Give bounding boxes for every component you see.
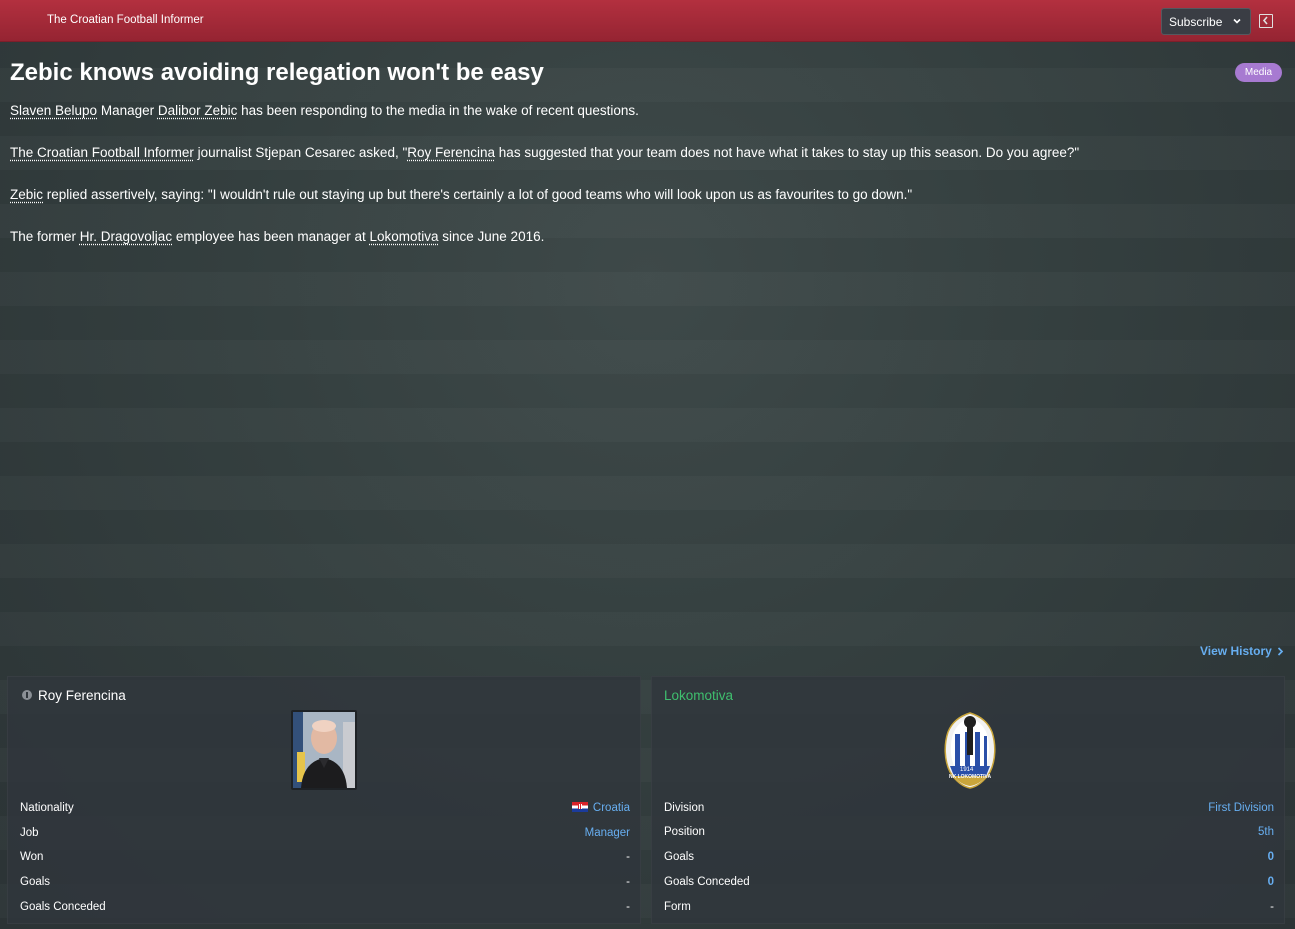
person-link-roy-ferencina[interactable]: Roy Ferencina bbox=[407, 145, 495, 160]
person-card: Roy Ferencina Nationality Croatia Job Ma… bbox=[7, 676, 641, 924]
collapse-panel-icon[interactable] bbox=[1259, 14, 1273, 28]
row-label: Goals bbox=[20, 876, 51, 888]
info-icon[interactable] bbox=[22, 690, 32, 700]
person-photo bbox=[291, 710, 357, 790]
crest-year: 1914 bbox=[960, 767, 974, 773]
division-value[interactable]: First Division bbox=[1208, 802, 1274, 814]
subscribe-dropdown[interactable]: Subscribe bbox=[1161, 8, 1251, 35]
view-history-label: View History bbox=[1200, 644, 1272, 658]
person-row-nationality: Nationality Croatia bbox=[20, 799, 630, 819]
person-row-job: Job Manager bbox=[20, 824, 630, 844]
club-row-form: Form - bbox=[664, 898, 1274, 918]
club-name[interactable]: Lokomotiva bbox=[664, 688, 733, 703]
goals-value: 0 bbox=[1267, 851, 1274, 863]
form-value: - bbox=[1270, 901, 1274, 913]
manager-link-zebic[interactable]: Zebic bbox=[10, 187, 43, 202]
article-paragraph-3: Zebic replied assertively, saying: "I wo… bbox=[10, 187, 912, 202]
row-label: Position bbox=[664, 826, 705, 838]
row-label: Goals Conceded bbox=[20, 901, 106, 913]
goals-conceded-value: 0 bbox=[1267, 876, 1274, 888]
club-row-goals: Goals 0 bbox=[664, 848, 1274, 868]
nationality-value[interactable]: Croatia bbox=[571, 802, 630, 814]
media-badge: Media bbox=[1235, 63, 1282, 82]
club-row-position: Position 5th bbox=[664, 823, 1274, 843]
row-label: Job bbox=[20, 827, 39, 839]
position-value[interactable]: 5th bbox=[1258, 826, 1274, 838]
article-paragraph-2: The Croatian Football Informer journalis… bbox=[10, 145, 1079, 160]
article-paragraph-1: Slaven Belupo Manager Dalibor Zebic has … bbox=[10, 103, 639, 118]
club-row-goals-conceded: Goals Conceded 0 bbox=[664, 873, 1274, 893]
club-row-division: Division First Division bbox=[664, 799, 1274, 819]
text: The former bbox=[10, 229, 80, 244]
text: has suggested that your team does not ha… bbox=[495, 145, 1080, 160]
goals-value: - bbox=[626, 876, 630, 888]
chevron-right-icon bbox=[1278, 647, 1284, 656]
article-paragraph-4: The former Hr. Dragovoljac employee has … bbox=[10, 229, 544, 244]
view-history-link[interactable]: View History bbox=[1200, 644, 1284, 658]
nationality-text: Croatia bbox=[592, 802, 630, 814]
newspaper-link[interactable]: The Croatian Football Informer bbox=[10, 145, 194, 160]
won-value: - bbox=[626, 851, 630, 863]
article-headline: Zebic knows avoiding relegation won't be… bbox=[10, 59, 544, 86]
manager-link-dalibor-zebic[interactable]: Dalibor Zebic bbox=[158, 103, 238, 118]
subscribe-label: Subscribe bbox=[1169, 14, 1223, 29]
row-label: Form bbox=[664, 901, 691, 913]
row-label: Nationality bbox=[20, 802, 74, 814]
row-label: Won bbox=[20, 851, 44, 863]
goals-conceded-value: - bbox=[626, 901, 630, 913]
chevron-down-icon bbox=[1233, 18, 1241, 24]
text: employee has been manager at bbox=[172, 229, 370, 244]
row-label: Goals bbox=[664, 851, 695, 863]
row-label: Division bbox=[664, 802, 705, 814]
club-link-hr-dragovoljac[interactable]: Hr. Dragovoljac bbox=[80, 229, 172, 244]
club-link-lokomotiva[interactable]: Lokomotiva bbox=[369, 229, 438, 244]
text: replied assertively, saying: "I wouldn't… bbox=[43, 187, 913, 202]
newspaper-name[interactable]: The Croatian Football Informer bbox=[47, 14, 204, 26]
club-link-slaven-belupo[interactable]: Slaven Belupo bbox=[10, 103, 97, 118]
row-label: Goals Conceded bbox=[664, 876, 750, 888]
text: journalist Stjepan Cesarec asked, " bbox=[193, 145, 408, 160]
text: since June 2016. bbox=[438, 229, 545, 244]
person-row-goals: Goals - bbox=[20, 873, 630, 893]
person-row-won: Won - bbox=[20, 848, 630, 868]
person-row-goals-conceded: Goals Conceded - bbox=[20, 898, 630, 918]
club-card: Lokomotiva 1914 NK LOKOMOTIVA Division F… bbox=[651, 676, 1285, 924]
text: has been responding to the media in the … bbox=[237, 103, 639, 118]
person-name[interactable]: Roy Ferencina bbox=[38, 688, 126, 703]
crest-text: NK LOKOMOTIVA bbox=[949, 774, 992, 780]
text: Manager bbox=[97, 103, 158, 118]
job-value[interactable]: Manager bbox=[585, 827, 630, 839]
croatia-flag-icon bbox=[571, 802, 588, 812]
newspaper-header-bar: The Croatian Football Informer Subscribe bbox=[0, 0, 1295, 42]
